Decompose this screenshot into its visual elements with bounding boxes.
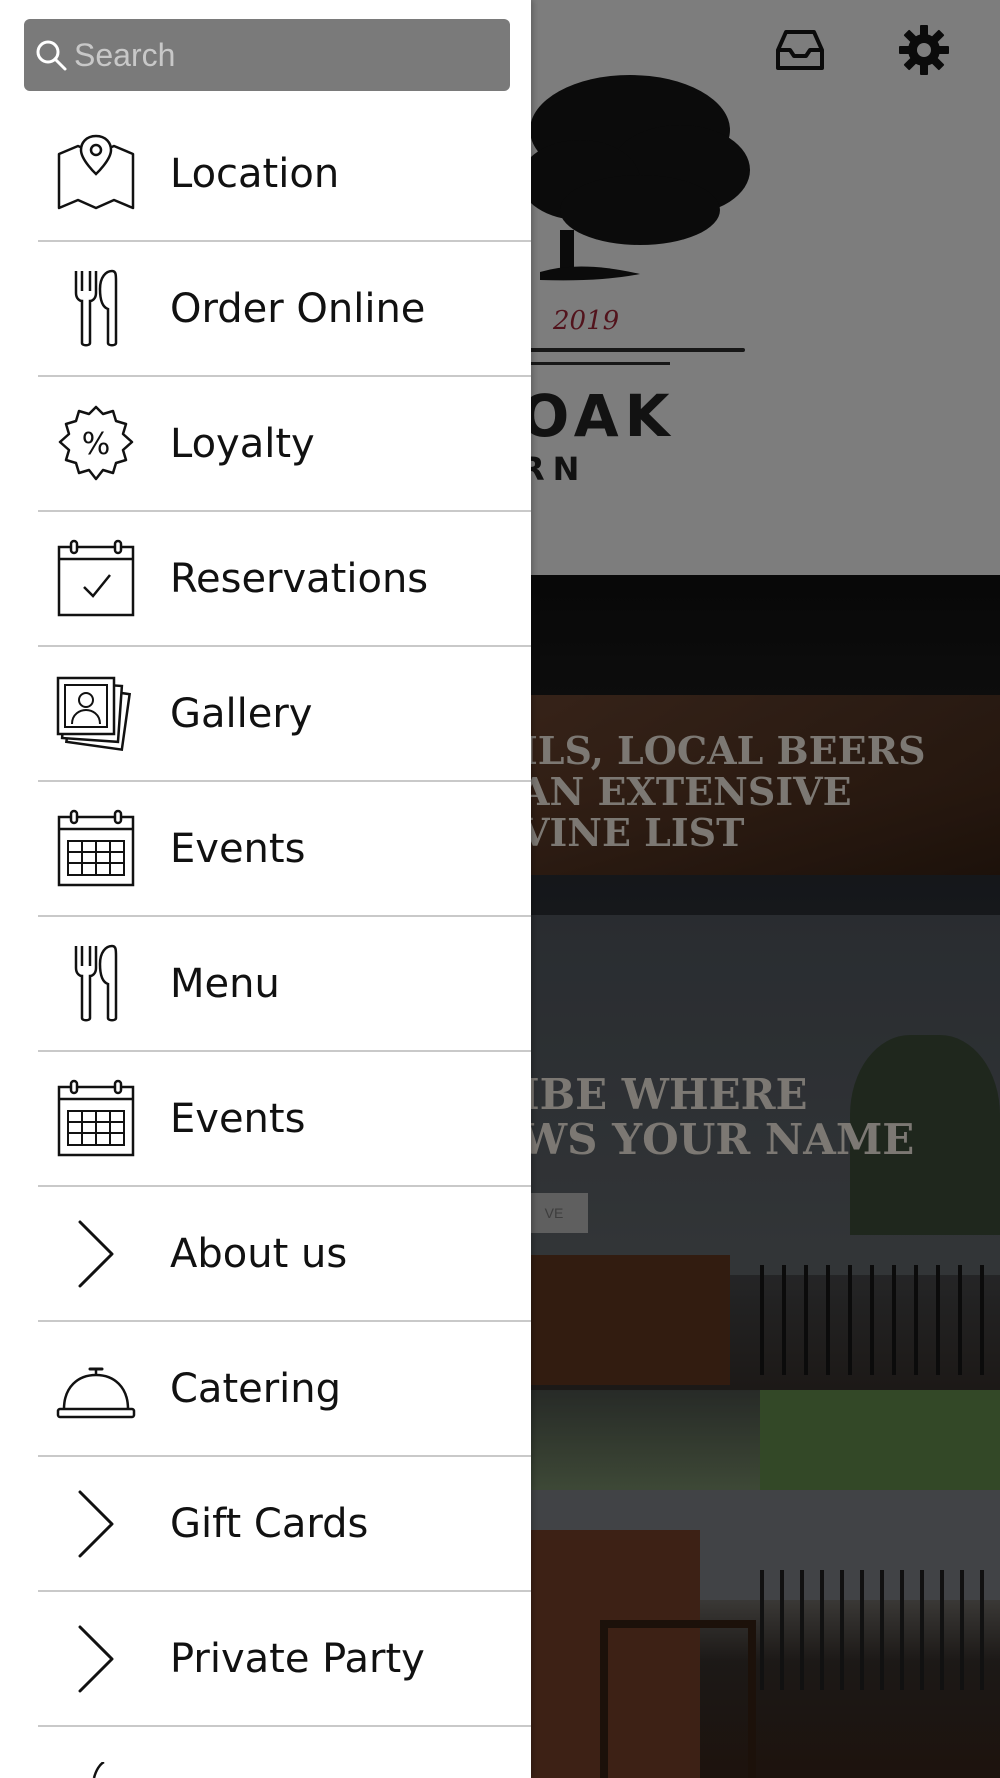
photo-stack-icon xyxy=(56,676,132,752)
cloche-icon xyxy=(56,1367,136,1419)
fork-knife-icon xyxy=(74,944,118,1022)
chevron-right-icon xyxy=(78,1625,114,1693)
menu-item-label: Events xyxy=(170,1096,306,1142)
percent-badge-icon: % xyxy=(58,405,134,481)
menu-item-reservations[interactable]: Reservations xyxy=(0,512,531,647)
menu-item-label: Reservations xyxy=(170,556,429,602)
search-input[interactable] xyxy=(68,24,510,86)
calendar-grid-icon xyxy=(57,1079,135,1157)
divider xyxy=(38,1725,531,1727)
map-pin-icon xyxy=(57,134,135,210)
menu-item-label: Catering xyxy=(170,1366,342,1412)
menu-item-label: Order Online xyxy=(170,286,426,332)
menu-item-label: About us xyxy=(170,1231,348,1277)
menu-item-gallery[interactable]: Gallery xyxy=(0,647,531,782)
chevron-right-icon xyxy=(78,1220,114,1288)
calendar-check-icon xyxy=(57,539,135,617)
menu-item-order-online[interactable]: Order Online xyxy=(0,242,531,377)
fork-knife-icon xyxy=(74,269,118,347)
chevron-right-icon xyxy=(78,1490,114,1558)
menu-item-events-2[interactable]: Events xyxy=(0,1052,531,1187)
navigation-drawer: Location Order Online % Loyalty xyxy=(0,0,531,1778)
menu-item-menu[interactable]: Menu xyxy=(0,917,531,1052)
menu-item-label: Gallery xyxy=(170,691,313,737)
svg-text:%: % xyxy=(82,427,111,462)
partial-next-item-icon xyxy=(92,1762,105,1778)
menu-item-label: Gift Cards xyxy=(170,1501,369,1547)
menu-item-location[interactable]: Location xyxy=(0,107,531,242)
menu-item-loyalty[interactable]: % Loyalty xyxy=(0,377,531,512)
search-bar[interactable] xyxy=(24,19,510,91)
menu-item-private-party[interactable]: Private Party xyxy=(0,1592,531,1727)
menu-item-label: Events xyxy=(170,826,306,872)
menu-item-label: Location xyxy=(170,151,340,197)
menu-item-catering[interactable]: Catering xyxy=(0,1322,531,1457)
menu-item-events[interactable]: Events xyxy=(0,782,531,917)
menu-item-label: Private Party xyxy=(170,1636,425,1682)
menu-item-about-us[interactable]: About us xyxy=(0,1187,531,1322)
menu-item-label: Menu xyxy=(170,961,280,1007)
drawer-menu: Location Order Online % Loyalty Reservat… xyxy=(0,107,531,1727)
menu-item-label: Loyalty xyxy=(170,421,315,467)
calendar-grid-icon xyxy=(57,809,135,887)
menu-item-gift-cards[interactable]: Gift Cards xyxy=(0,1457,531,1592)
search-icon xyxy=(36,40,67,71)
